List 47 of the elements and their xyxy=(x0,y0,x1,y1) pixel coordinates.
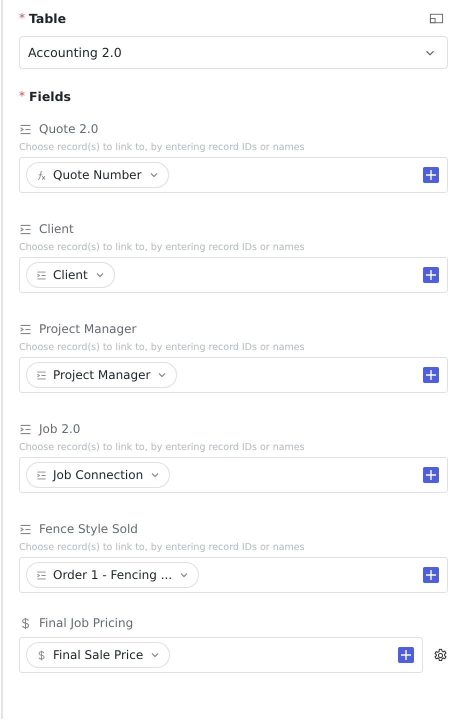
value-field[interactable]: Project Manager xyxy=(19,357,448,393)
field-label: Client xyxy=(39,222,74,236)
required-mark: * xyxy=(19,11,25,25)
field-label: Project Manager xyxy=(39,322,136,336)
value-field[interactable]: Order 1 - Fencing ... xyxy=(19,557,448,593)
field-tag[interactable]: Final Sale Price xyxy=(26,642,170,668)
field-label: Fence Style Sold xyxy=(39,522,138,536)
value-field[interactable]: Quote Number xyxy=(19,157,448,193)
hint-text: Choose record(s) to link to, by entering record IDs or names xyxy=(19,442,306,453)
field-label: Job 2.0 xyxy=(39,422,80,436)
value-field[interactable]: Final Sale Price xyxy=(19,637,423,673)
link-field-icon xyxy=(36,370,47,380)
formula-icon xyxy=(36,170,47,180)
hint-text: Choose record(s) to link to, by entering record IDs or names xyxy=(19,242,306,253)
value-field[interactable]: Job Connection xyxy=(19,457,448,493)
field-tag[interactable]: Quote Number xyxy=(26,162,168,188)
field-label: Final Job Pricing xyxy=(39,616,134,630)
field-tag[interactable]: Project Manager xyxy=(26,362,178,388)
link-field-icon xyxy=(19,322,32,336)
field-tag[interactable]: Job Connection xyxy=(26,462,170,488)
link-field-icon xyxy=(36,570,47,580)
dollar-icon xyxy=(19,616,32,630)
link-field-icon xyxy=(19,422,32,436)
section-label: Fields xyxy=(29,88,71,104)
field-label: Quote 2.0 xyxy=(39,122,98,136)
link-field-icon xyxy=(36,470,47,480)
link-field-icon xyxy=(36,270,47,280)
add-icon[interactable] xyxy=(423,167,439,183)
add-icon[interactable] xyxy=(423,567,439,583)
link-field-icon xyxy=(19,522,32,536)
add-icon[interactable] xyxy=(423,467,439,483)
add-icon[interactable] xyxy=(423,267,439,283)
hint-text: Choose record(s) to link to, by entering record IDs or names xyxy=(19,542,306,553)
link-field-icon xyxy=(19,222,32,236)
table-dropdown[interactable]: Accounting 2.0 xyxy=(19,36,448,69)
settings-icon[interactable] xyxy=(433,648,448,662)
field-tag[interactable]: Client xyxy=(26,262,115,288)
required-mark: * xyxy=(19,89,25,103)
value-field[interactable]: Client xyxy=(19,257,448,293)
field-tag[interactable]: Order 1 - Fencing ... xyxy=(26,562,200,588)
section-label: Table xyxy=(29,10,66,26)
dollar-icon xyxy=(36,650,47,660)
add-icon[interactable] xyxy=(423,367,439,383)
link-field-icon xyxy=(19,122,32,136)
hint-text: Choose record(s) to link to, by entering record IDs or names xyxy=(19,342,306,353)
add-icon[interactable] xyxy=(398,647,414,663)
hint-text: Choose record(s) to link to, by entering record IDs or names xyxy=(19,142,306,153)
